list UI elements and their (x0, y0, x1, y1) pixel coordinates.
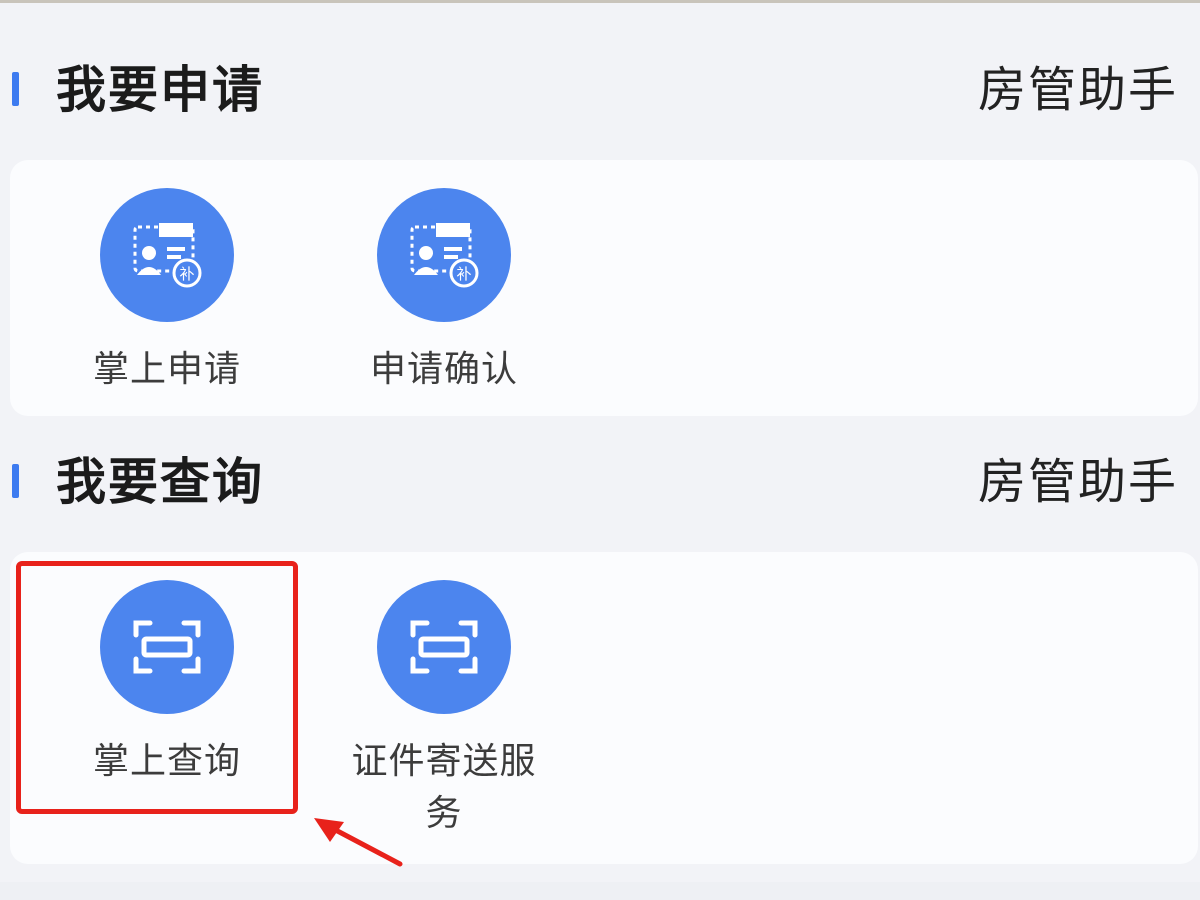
pointer-arrow-icon (314, 818, 403, 867)
scan-icon (377, 580, 511, 714)
section-accent-bar (12, 464, 19, 498)
id-card-icon: 补 (100, 188, 234, 322)
top-divider (0, 0, 1200, 3)
tile-label: 申请确认 (369, 349, 518, 390)
tile-apply-confirm[interactable]: 补 申请确认 (344, 188, 544, 396)
tile-label: 掌上申请 (92, 349, 241, 390)
highlight-box (16, 561, 298, 814)
section-header-query: 我要查询 房管助手 (0, 436, 1200, 526)
app-screen: 我要申请 房管助手 补 掌上申请 补 申请确认 我要查询 房管助手 掌上查询 证… (0, 0, 1200, 900)
svg-text:补: 补 (179, 265, 194, 283)
apply-services-card: 补 掌上申请 补 申请确认 (10, 160, 1198, 416)
tile-certificate-delivery[interactable]: 证件寄送服务 (344, 580, 544, 840)
section-accent-bar (12, 72, 19, 106)
section-header-apply: 我要申请 房管助手 (0, 44, 1200, 134)
section-title-query: 我要查询 (56, 453, 264, 511)
id-card-icon: 补 (377, 188, 511, 322)
housing-assistant-link[interactable]: 房管助手 (978, 62, 1178, 118)
housing-assistant-link[interactable]: 房管助手 (978, 454, 1178, 510)
tile-handheld-apply[interactable]: 补 掌上申请 (67, 188, 267, 396)
svg-text:补: 补 (456, 265, 471, 283)
section-title-apply: 我要申请 (56, 61, 264, 119)
bottom-divider (0, 882, 1200, 900)
